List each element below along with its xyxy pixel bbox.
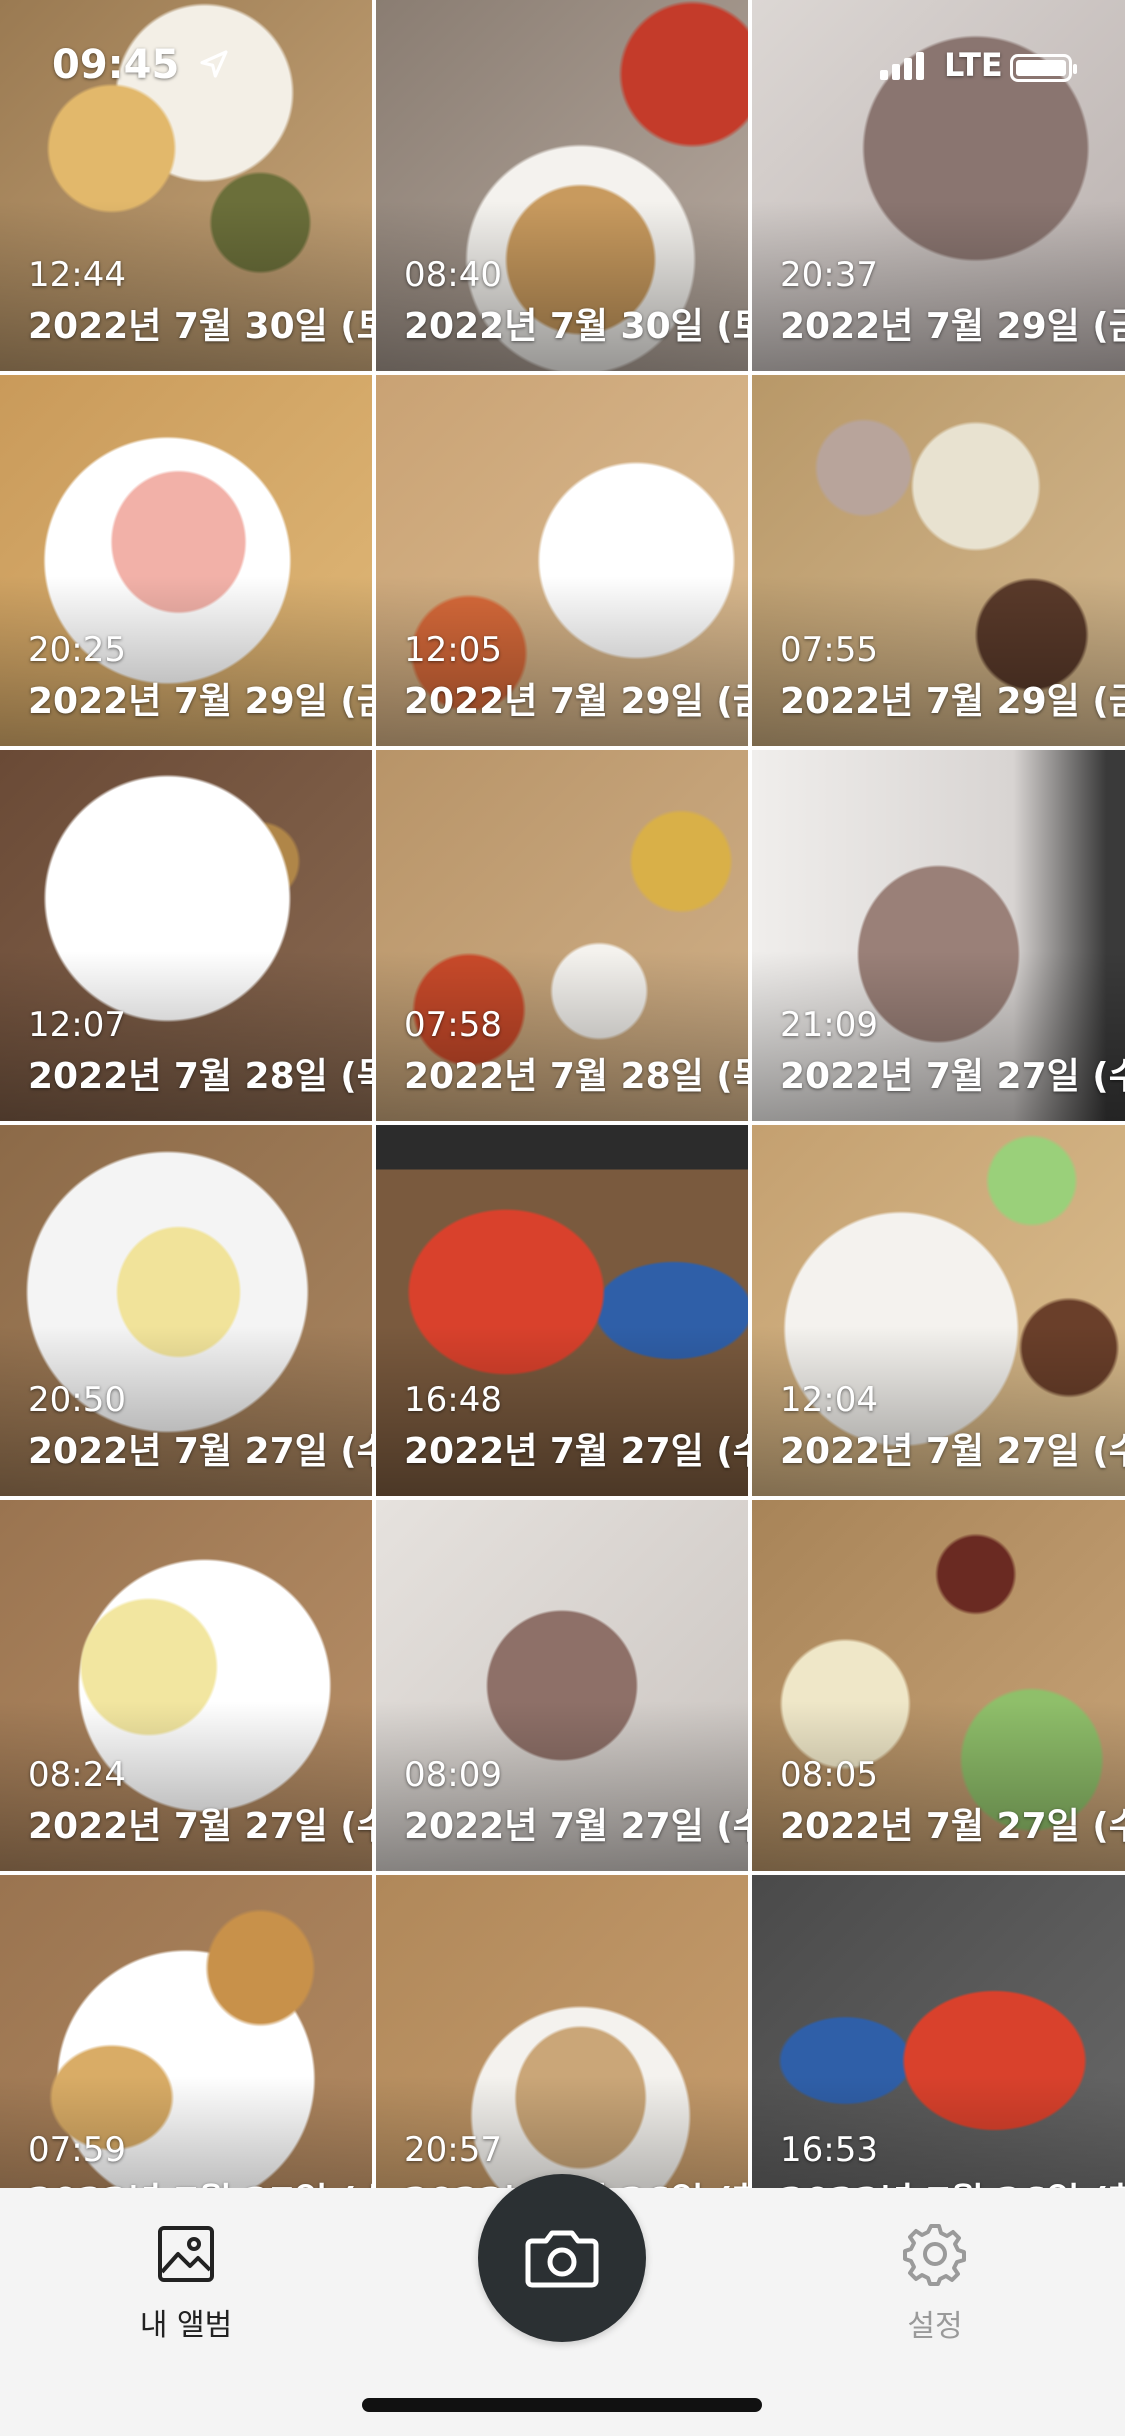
- photo-date: 2022년 7월 27일 (수): [28, 1431, 372, 1472]
- photo-time: 20:50: [28, 1380, 126, 1420]
- photo-tile[interactable]: 12:04 2022년 7월 27일 (수): [752, 1125, 1125, 1496]
- photo-time: 16:53: [780, 2130, 878, 2170]
- camera-icon: [525, 2230, 599, 2288]
- photo-time: 20:37: [780, 255, 878, 295]
- photo-time: 07:58: [404, 1005, 502, 1045]
- status-time: 09:45: [52, 42, 180, 88]
- photo-time: 07:55: [780, 630, 878, 670]
- photo-time: 08:24: [28, 1755, 126, 1795]
- image-icon: [158, 2226, 214, 2282]
- photo-time: 12:05: [404, 630, 502, 670]
- photo-time: 07:59: [28, 2130, 126, 2170]
- photo-date: 2022년 7월 28일 (목): [404, 1056, 748, 1097]
- photo-time: 08:40: [404, 255, 502, 295]
- photo-tile[interactable]: 20:25 2022년 7월 29일 (금): [0, 375, 372, 746]
- photo-time: 21:09: [780, 1005, 878, 1045]
- photo-grid: 12:44 2022년 7월 30일 (토) 08:40 2022년 7월 30일 …: [0, 0, 1125, 2246]
- photo-date: 2022년 7월 27일 (수): [780, 1806, 1125, 1847]
- photo-time: 20:57: [404, 2130, 502, 2170]
- network-label: LTE: [944, 46, 1003, 84]
- photo-time: 16:48: [404, 1380, 502, 1420]
- photo-time: 08:05: [780, 1755, 878, 1795]
- photo-date: 2022년 7월 27일 (수): [404, 1431, 748, 1472]
- tab-settings-label: 설정: [907, 2309, 963, 2344]
- photo-tile[interactable]: 16:48 2022년 7월 27일 (수): [376, 1125, 748, 1496]
- status-bar: 09:45 LTE: [0, 0, 1125, 132]
- photo-date: 2022년 7월 27일 (수): [780, 1056, 1125, 1097]
- battery-icon: [1010, 54, 1077, 82]
- photo-date: 2022년 7월 27일 (수): [780, 1431, 1125, 1472]
- camera-button[interactable]: [478, 2174, 646, 2342]
- photo-date: 2022년 7월 29일 (금): [28, 681, 372, 722]
- home-indicator: [362, 2398, 762, 2412]
- photo-tile[interactable]: 12:05 2022년 7월 29일 (금): [376, 375, 748, 746]
- photo-time: 20:25: [28, 630, 126, 670]
- photo-tile[interactable]: 07:58 2022년 7월 28일 (목): [376, 750, 748, 1121]
- photo-tile[interactable]: 08:05 2022년 7월 27일 (수): [752, 1500, 1125, 1871]
- tab-my-album[interactable]: 내 앨범: [66, 2188, 306, 2378]
- photo-tile[interactable]: 08:24 2022년 7월 27일 (수): [0, 1500, 372, 1871]
- signal-icon: [880, 52, 924, 80]
- photo-date: 2022년 7월 29일 (금): [780, 306, 1125, 347]
- location-arrow-icon: [200, 50, 228, 78]
- photo-date: 2022년 7월 29일 (금): [404, 681, 748, 722]
- photo-date: 2022년 7월 27일 (수): [28, 1806, 372, 1847]
- photo-tile[interactable]: 08:09 2022년 7월 27일 (수): [376, 1500, 748, 1871]
- photo-date: 2022년 7월 28일 (목): [28, 1056, 372, 1097]
- photo-tile[interactable]: 07:55 2022년 7월 29일 (금): [752, 375, 1125, 746]
- photo-tile[interactable]: 12:07 2022년 7월 28일 (목): [0, 750, 372, 1121]
- tab-my-album-label: 내 앨범: [139, 2308, 233, 2343]
- photo-time: 08:09: [404, 1755, 502, 1795]
- photo-date: 2022년 7월 29일 (금): [780, 681, 1125, 722]
- tab-settings[interactable]: 설정: [815, 2188, 1055, 2378]
- photo-time: 12:07: [28, 1005, 126, 1045]
- photo-tile[interactable]: 21:09 2022년 7월 27일 (수): [752, 750, 1125, 1121]
- photo-tile[interactable]: 20:50 2022년 7월 27일 (수): [0, 1125, 372, 1496]
- gear-icon: [903, 2224, 966, 2286]
- photo-date: 2022년 7월 27일 (수): [404, 1806, 748, 1847]
- photo-date: 2022년 7월 30일 (토): [28, 306, 372, 347]
- photo-date: 2022년 7월 30일 (토): [404, 306, 748, 347]
- photo-time: 12:44: [28, 255, 126, 295]
- photo-time: 12:04: [780, 1380, 878, 1420]
